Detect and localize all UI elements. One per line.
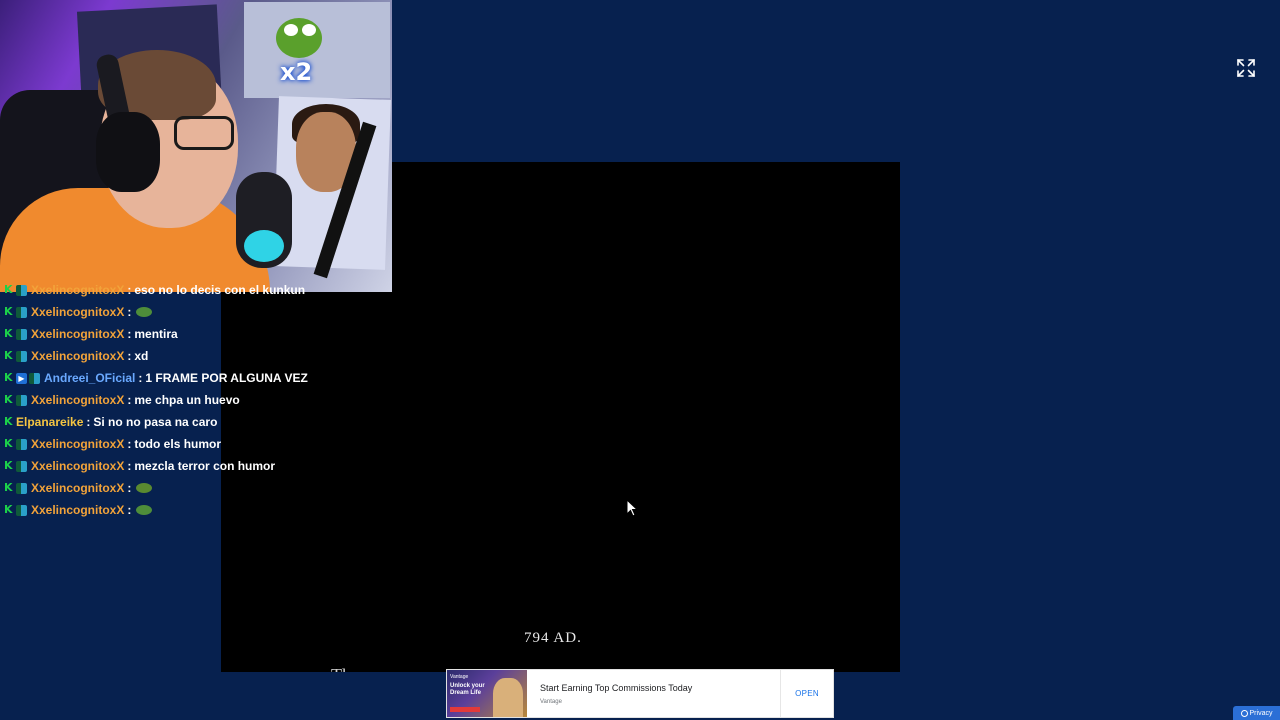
glasses bbox=[174, 116, 234, 150]
subscriber-badge-icon bbox=[16, 328, 27, 340]
chat-separator: : bbox=[127, 305, 132, 319]
subscriber-badge-icon bbox=[16, 394, 27, 406]
mouse-cursor-icon bbox=[626, 498, 639, 517]
kick-badge-icon: K bbox=[4, 327, 13, 340]
chat-separator: : bbox=[127, 503, 132, 517]
chat-username[interactable]: XxelincognitoxX bbox=[31, 503, 124, 517]
chat-message: K XxelincognitoxX: eso no lo decis con el … bbox=[4, 280, 305, 300]
chat-separator: : bbox=[127, 327, 132, 341]
chat-separator: : bbox=[127, 283, 132, 297]
pepe-emote-icon bbox=[136, 307, 153, 317]
chat-message: K XxelincognitoxX: mezcla terror con humor bbox=[4, 456, 275, 476]
chat-separator: : bbox=[138, 371, 143, 385]
ad-banner[interactable]: Vantage Unlock your Dream Life Start Ear… bbox=[446, 669, 834, 718]
multiplier-badge: x2 bbox=[280, 58, 313, 86]
ad-text-block[interactable]: Start Earning Top Commissions Today Vant… bbox=[527, 670, 781, 717]
chat-message: K XxelincognitoxX: mentira bbox=[4, 324, 178, 344]
fullscreen-expand-icon[interactable] bbox=[1236, 58, 1256, 78]
chat-username[interactable]: XxelincognitoxX bbox=[31, 283, 124, 297]
kick-badge-icon: K bbox=[4, 459, 13, 472]
chat-message-text: 1 FRAME POR ALGUNA VEZ bbox=[145, 371, 308, 385]
chat-message: K Elpanareike: Si no no pasa na caro bbox=[4, 412, 217, 432]
chat-overlay: K XxelincognitoxX: eso no lo decis con el … bbox=[0, 280, 308, 530]
pepe-eye bbox=[302, 24, 316, 36]
chat-username[interactable]: XxelincognitoxX bbox=[31, 349, 124, 363]
ad-thumb-button bbox=[450, 707, 480, 712]
kick-badge-icon: K bbox=[4, 503, 13, 516]
chat-message-text: mezcla terror con humor bbox=[134, 459, 276, 473]
subscriber-badge-icon bbox=[16, 284, 27, 296]
chat-separator: : bbox=[127, 459, 132, 473]
subscriber-badge-icon bbox=[16, 504, 27, 516]
chat-message: K ▶ Andreei_OFicial:1 FRAME POR ALGUNA VEZ bbox=[4, 368, 308, 388]
privacy-button[interactable]: Privacy bbox=[1233, 706, 1280, 720]
chat-separator: : bbox=[127, 481, 132, 495]
chat-username[interactable]: XxelincognitoxX bbox=[31, 459, 124, 473]
kick-badge-icon: K bbox=[4, 393, 13, 406]
ad-thumb-headline: Unlock your Dream Life bbox=[450, 683, 485, 696]
chat-username[interactable]: Andreei_OFicial bbox=[44, 371, 135, 385]
pepe-eye bbox=[284, 24, 298, 36]
privacy-label: Privacy bbox=[1249, 709, 1273, 717]
ad-open-button[interactable]: OPEN bbox=[781, 689, 833, 698]
chat-message-text: mentira bbox=[134, 327, 178, 341]
subscriber-badge-icon bbox=[16, 438, 27, 450]
streamer-webcam: x2 bbox=[0, 0, 392, 292]
chat-message-text: todo els humor bbox=[134, 437, 222, 451]
chat-message: K XxelincognitoxX: me chpa un huevo bbox=[4, 390, 240, 410]
chat-message-text: eso no lo decis con el kunkun bbox=[134, 283, 306, 297]
vip-badge-icon: ▶ bbox=[16, 372, 27, 384]
subscriber-badge-icon bbox=[16, 306, 27, 318]
ad-source: Vantage bbox=[540, 698, 562, 705]
chat-message: K XxelincognitoxX: bbox=[4, 478, 153, 498]
kick-badge-icon: K bbox=[4, 305, 13, 318]
kick-badge-icon: K bbox=[4, 437, 13, 450]
chat-message: K XxelincognitoxX: todo els humor bbox=[4, 434, 221, 454]
subscriber-badge-icon bbox=[16, 350, 27, 362]
headphone-icon bbox=[96, 112, 160, 192]
chat-message: K XxelincognitoxX: xd bbox=[4, 346, 148, 366]
subscriber-badge-icon bbox=[16, 460, 27, 472]
ad-thumbnail[interactable]: Vantage Unlock your Dream Life bbox=[447, 670, 527, 717]
pepe-emote-icon bbox=[276, 18, 322, 58]
privacy-gear-icon bbox=[1240, 709, 1248, 717]
chat-username[interactable]: XxelincognitoxX bbox=[31, 393, 124, 407]
chat-message-text: xd bbox=[134, 349, 149, 363]
video-caption-year: 794 AD. bbox=[524, 630, 582, 646]
subscriber-badge-icon bbox=[29, 372, 40, 384]
subscriber-badge-icon bbox=[16, 482, 27, 494]
pepe-peek-emote-icon bbox=[136, 483, 153, 493]
chat-username[interactable]: XxelincognitoxX bbox=[31, 305, 124, 319]
kick-badge-icon: K bbox=[4, 283, 13, 296]
ad-thumb-brand: Vantage bbox=[450, 674, 469, 680]
chat-message: K XxelincognitoxX: bbox=[4, 500, 153, 520]
chat-message-text: me chpa un huevo bbox=[134, 393, 240, 407]
kick-badge-icon: K bbox=[4, 349, 13, 362]
kick-badge-icon: K bbox=[4, 371, 13, 384]
chat-username[interactable]: XxelincognitoxX bbox=[31, 437, 124, 451]
ad-thumb-person bbox=[493, 678, 523, 717]
chat-message-text: Si no no pasa na caro bbox=[93, 415, 218, 429]
chat-message: K XxelincognitoxX: bbox=[4, 302, 153, 322]
ad-title[interactable]: Start Earning Top Commissions Today bbox=[540, 683, 780, 693]
chat-username[interactable]: XxelincognitoxX bbox=[31, 327, 124, 341]
animated-overlay-effect bbox=[244, 230, 284, 262]
chat-separator: : bbox=[127, 437, 132, 451]
chat-separator: : bbox=[86, 415, 91, 429]
chat-username[interactable]: Elpanareike bbox=[16, 415, 83, 429]
kick-badge-icon: K bbox=[4, 481, 13, 494]
chat-separator: : bbox=[127, 393, 132, 407]
chat-username[interactable]: XxelincognitoxX bbox=[31, 481, 124, 495]
kick-badge-icon: K bbox=[4, 415, 13, 428]
chat-separator: : bbox=[127, 349, 132, 363]
pepe-emote-icon bbox=[136, 505, 153, 515]
